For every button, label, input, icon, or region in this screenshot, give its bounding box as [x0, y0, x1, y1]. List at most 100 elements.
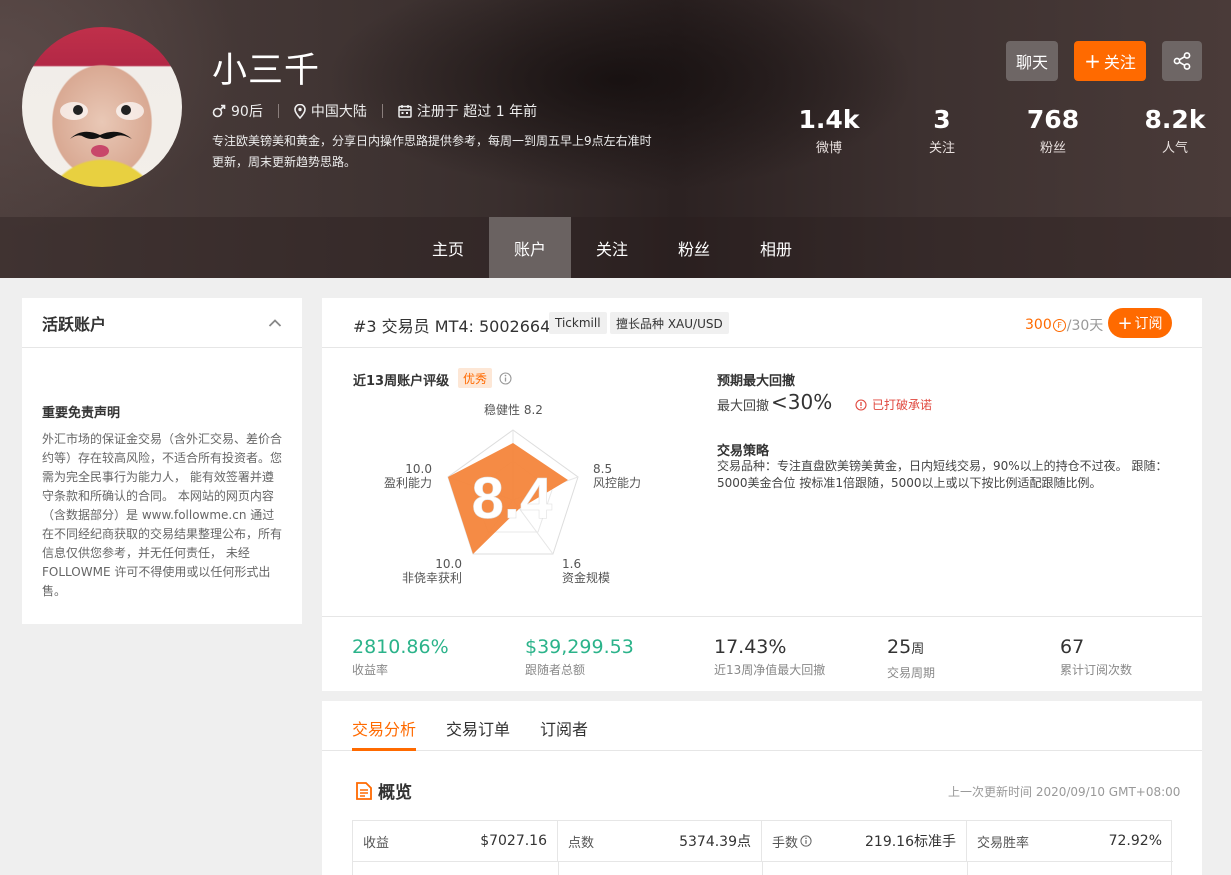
- kpi-value: 67: [1060, 636, 1085, 658]
- stat-value: 768: [1026, 105, 1080, 134]
- kpi-return: 2810.86% 收益率: [352, 635, 449, 678]
- disclaimer-text: 外汇市场的保证金交易（含外汇交易、差价合约等）存在较高风险，不适合所有投资者。您…: [42, 432, 283, 598]
- table-cell-points: 点数 5374.39点: [558, 821, 762, 861]
- trader-title: #3 交易员 MT4: 5002664: [353, 317, 551, 336]
- stat-weibo[interactable]: 1.4k 微博: [784, 105, 874, 157]
- kpi-label: 跟随者总额: [525, 663, 586, 677]
- kpi-label: 累计订阅次数: [1060, 663, 1133, 677]
- info-icon[interactable]: [499, 372, 512, 385]
- radar-axis-risk: 8.5 风控能力: [593, 462, 642, 490]
- drawdown-value: <30%: [771, 390, 833, 414]
- stat-value: 8.2k: [1144, 105, 1206, 134]
- nav-tab-album[interactable]: 相册: [735, 217, 817, 278]
- stat-value: 3: [933, 105, 951, 134]
- price-value: 300: [1025, 317, 1052, 333]
- radar-axis-stability: 稳健性 8.2: [484, 403, 543, 417]
- strategy-title: 交易策略: [717, 444, 770, 459]
- stat-label: 人气: [1161, 141, 1188, 156]
- drawdown-label: 最大回撤: [717, 399, 770, 414]
- active-accounts-header[interactable]: 活跃账户: [22, 298, 302, 348]
- cell-value: 219.16标准手: [865, 834, 956, 850]
- share-button[interactable]: [1162, 41, 1202, 81]
- chat-button[interactable]: 聊天: [1006, 41, 1058, 81]
- skill-tag: 擅长品种 XAU/USD: [610, 312, 729, 334]
- nav-tab-home[interactable]: 主页: [407, 217, 489, 278]
- profile-meta: 90后 中国大陆 注册于 超过 1 年前: [212, 101, 537, 121]
- disclaimer-title: 重要免责声明: [42, 406, 121, 421]
- meta-divider: [277, 104, 279, 118]
- cell-label-wrap: 手数: [772, 832, 812, 851]
- document-icon: [356, 781, 372, 800]
- table-row: [353, 861, 1173, 875]
- registered-text: 注册于 超过 1 年前: [416, 104, 538, 120]
- subscribe-label: 订阅: [1134, 316, 1163, 332]
- follow-label: 关注: [1103, 53, 1136, 72]
- age-group: 90后: [212, 101, 263, 121]
- trader-card: #3 交易员 MT4: 5002664 Tickmill 擅长品种 XAU/US…: [322, 298, 1202, 691]
- calendar-icon: [398, 105, 412, 118]
- overview-title: 概览: [356, 778, 412, 803]
- kpi-max-drawdown: 17.43% 近13周净值最大回撤: [714, 635, 825, 678]
- kpi-label: 交易周期: [887, 666, 936, 680]
- cell-label: 点数: [568, 835, 595, 851]
- registered: 注册于 超过 1 年前: [398, 101, 537, 121]
- stat-label: 关注: [928, 141, 955, 156]
- table-cell-profit: 收益 $7027.16: [353, 821, 558, 861]
- trader-header: #3 交易员 MT4: 5002664 Tickmill 擅长品种 XAU/US…: [322, 298, 1202, 348]
- overview-table: 收益 $7027.16 点数 5374.39点 手数 219.16标准手 交易胜…: [352, 820, 1173, 875]
- rating-score: 8.4: [472, 466, 553, 531]
- nav-tab-account[interactable]: 账户: [489, 217, 571, 278]
- cell-label: 收益: [363, 835, 390, 851]
- divider: [322, 616, 1202, 617]
- price-period: /30天: [1066, 318, 1104, 334]
- follow-button[interactable]: + 关注: [1074, 41, 1146, 81]
- info-icon[interactable]: [800, 835, 812, 847]
- age-group-text: 90后: [231, 104, 263, 120]
- cell-label: 手数: [772, 835, 799, 851]
- stat-popularity[interactable]: 8.2k 人气: [1130, 105, 1220, 157]
- last-updated: 上一次更新时间 2020/09/10 GMT+08:00: [948, 785, 1181, 799]
- kpi-follower-total: $39,299.53 跟随者总额: [525, 635, 634, 678]
- table-cell-lots: 手数 219.16标准手: [762, 821, 967, 861]
- kpi-value: $39,299.53: [525, 636, 634, 658]
- tab-subscribers[interactable]: 订阅者: [540, 716, 588, 740]
- stat-value: 1.4k: [798, 105, 860, 134]
- avatar[interactable]: [22, 27, 182, 187]
- analysis-tabs: 交易分析 交易订单 订阅者: [322, 701, 1202, 751]
- stat-followers[interactable]: 768 粉丝: [1008, 105, 1098, 157]
- coin-icon: ₣: [1052, 318, 1066, 332]
- stat-label: 粉丝: [1039, 141, 1066, 156]
- radar-chart: 8.4: [447, 429, 579, 555]
- male-icon: [212, 104, 226, 118]
- broker-tag[interactable]: Tickmill: [549, 312, 607, 334]
- kpi-value: 17.43%: [714, 636, 787, 658]
- radar-axis-non-luck: 10.0 非侥幸获利: [402, 557, 463, 585]
- nav-tab-followers[interactable]: 粉丝: [653, 217, 735, 278]
- alert-icon: [855, 398, 867, 411]
- cell-label: 交易胜率: [977, 835, 1030, 851]
- plus-icon: +: [1084, 49, 1101, 73]
- share-icon: [1173, 52, 1191, 70]
- kpi-label: 收益率: [352, 663, 389, 677]
- drawdown-title: 预期最大回撤: [717, 374, 796, 389]
- kpi-label: 近13周净值最大回撤: [714, 663, 826, 677]
- location-text: 中国大陆: [310, 104, 367, 120]
- subscribe-button[interactable]: + 订阅: [1108, 308, 1172, 338]
- promise-broken: 已打破承诺: [855, 396, 932, 413]
- active-tab-indicator: [352, 748, 416, 751]
- kpi-trading-period: 25周 交易周期: [887, 635, 935, 681]
- tab-trade-analysis[interactable]: 交易分析: [352, 716, 416, 740]
- stat-following[interactable]: 3 关注: [897, 105, 987, 157]
- kpi-value: 25周: [887, 636, 925, 658]
- chevron-up-icon[interactable]: [268, 318, 282, 328]
- location: 中国大陆: [294, 101, 367, 121]
- cell-value: 72.92%: [1108, 833, 1162, 849]
- tab-trade-orders[interactable]: 交易订单: [446, 716, 510, 740]
- cell-value: 5374.39点: [679, 834, 751, 850]
- rating-title: 近13周账户评级: [353, 374, 450, 389]
- table-cell-win-rate: 交易胜率 72.92%: [967, 821, 1172, 861]
- kpi-subscriptions: 67 累计订阅次数: [1060, 635, 1132, 678]
- profile-bio: 专注欧美镑美和黄金，分享日内操作思路提供参考，每周一到周五早上9点左右准时更新，…: [212, 134, 652, 169]
- nav-tab-following[interactable]: 关注: [571, 217, 653, 278]
- active-accounts-title: 活跃账户: [42, 314, 107, 334]
